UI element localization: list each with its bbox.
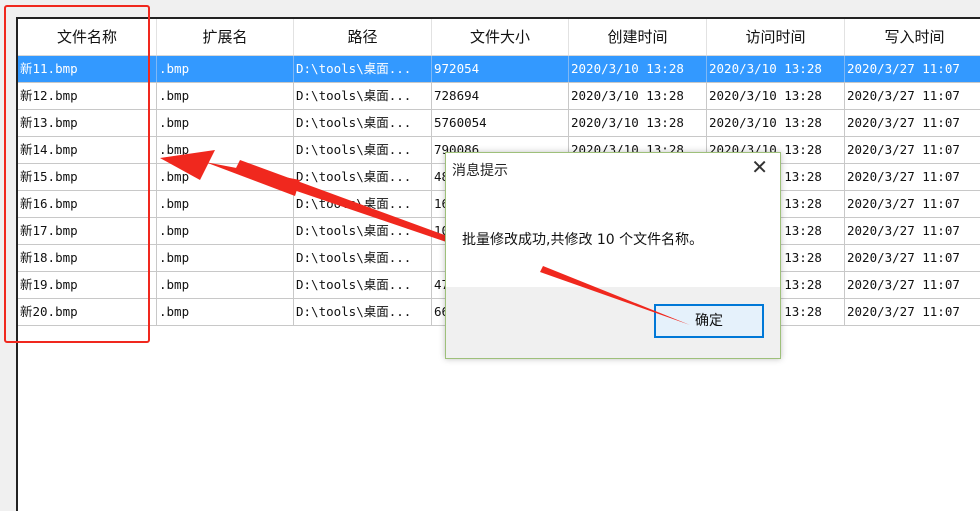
- column-header[interactable]: 文件大小: [432, 19, 569, 55]
- table-cell: D:\tools\桌面...: [294, 272, 432, 298]
- table-cell: 2020/3/10 13:28: [707, 83, 845, 109]
- column-header[interactable]: 访问时间: [707, 19, 845, 55]
- table-cell: .bmp: [157, 137, 294, 163]
- table-cell: 新16.bmp: [18, 191, 157, 217]
- table-cell: 2020/3/27 11:07: [845, 56, 980, 82]
- table-cell: D:\tools\桌面...: [294, 56, 432, 82]
- table-cell: 新17.bmp: [18, 218, 157, 244]
- table-cell: 2020/3/27 11:07: [845, 137, 980, 163]
- table-cell: .bmp: [157, 272, 294, 298]
- table-cell: D:\tools\桌面...: [294, 191, 432, 217]
- table-row[interactable]: 新11.bmp .bmp D:\tools\桌面... 972054 2020/3/10…: [18, 56, 980, 83]
- table-cell: 2020/3/27 11:07: [845, 218, 980, 244]
- table-cell: 新12.bmp: [18, 83, 157, 109]
- table-cell: 972054: [432, 56, 569, 82]
- table-cell: .bmp: [157, 191, 294, 217]
- table-cell: 2020/3/10 13:28: [569, 56, 707, 82]
- table-cell: .bmp: [157, 164, 294, 190]
- table-cell: 新19.bmp: [18, 272, 157, 298]
- table-row[interactable]: 新13.bmp .bmp D:\tools\桌面... 5760054 2020/3/1…: [18, 110, 980, 137]
- table-cell: 新20.bmp: [18, 299, 157, 325]
- table-cell: 新18.bmp: [18, 245, 157, 271]
- table-cell: 728694: [432, 83, 569, 109]
- dialog-footer: 确定: [446, 287, 780, 358]
- table-cell: 2020/3/10 13:28: [569, 83, 707, 109]
- table-cell: D:\tools\桌面...: [294, 110, 432, 136]
- table-cell: 新14.bmp: [18, 137, 157, 163]
- table-cell: 2020/3/27 11:07: [845, 299, 980, 325]
- table-cell: 新13.bmp: [18, 110, 157, 136]
- table-cell: 2020/3/10 13:28: [707, 56, 845, 82]
- table-cell: D:\tools\桌面...: [294, 218, 432, 244]
- ok-button[interactable]: 确定: [654, 304, 764, 338]
- table-cell: .bmp: [157, 245, 294, 271]
- message-dialog: 消息提示 ✕ 批量修改成功,共修改 10 个文件名称。 确定: [445, 152, 781, 359]
- table-cell: 2020/3/27 11:07: [845, 83, 980, 109]
- table-cell: .bmp: [157, 56, 294, 82]
- table-cell: 新11.bmp: [18, 56, 157, 82]
- table-cell: 2020/3/27 11:07: [845, 110, 980, 136]
- column-header[interactable]: 文件名称: [18, 19, 157, 55]
- table-cell: 2020/3/10 13:28: [707, 110, 845, 136]
- table-cell: 2020/3/27 11:07: [845, 272, 980, 298]
- table-cell: .bmp: [157, 110, 294, 136]
- table-cell: 2020/3/27 11:07: [845, 245, 980, 271]
- table-cell: .bmp: [157, 218, 294, 244]
- column-header[interactable]: 路径: [294, 19, 432, 55]
- table-cell: D:\tools\桌面...: [294, 299, 432, 325]
- column-header[interactable]: 写入时间: [845, 19, 980, 55]
- column-header[interactable]: 扩展名: [157, 19, 294, 55]
- column-header[interactable]: 创建时间: [569, 19, 707, 55]
- table-cell: .bmp: [157, 299, 294, 325]
- table-cell: 2020/3/27 11:07: [845, 191, 980, 217]
- table-cell: 2020/3/27 11:07: [845, 164, 980, 190]
- dialog-title: 消息提示: [452, 163, 508, 179]
- table-row[interactable]: 新12.bmp .bmp D:\tools\桌面... 728694 2020/3/10…: [18, 83, 980, 110]
- table-cell: 2020/3/10 13:28: [569, 110, 707, 136]
- dialog-message: 批量修改成功,共修改 10 个文件名称。: [462, 232, 704, 248]
- table-header: 文件名称 扩展名 路径 文件大小 创建时间 访问时间 写入时间: [18, 19, 980, 56]
- table-cell: D:\tools\桌面...: [294, 137, 432, 163]
- close-icon[interactable]: ✕: [751, 155, 768, 179]
- table-cell: 5760054: [432, 110, 569, 136]
- table-cell: .bmp: [157, 83, 294, 109]
- table-cell: D:\tools\桌面...: [294, 245, 432, 271]
- table-cell: D:\tools\桌面...: [294, 83, 432, 109]
- table-cell: 新15.bmp: [18, 164, 157, 190]
- table-cell: D:\tools\桌面...: [294, 164, 432, 190]
